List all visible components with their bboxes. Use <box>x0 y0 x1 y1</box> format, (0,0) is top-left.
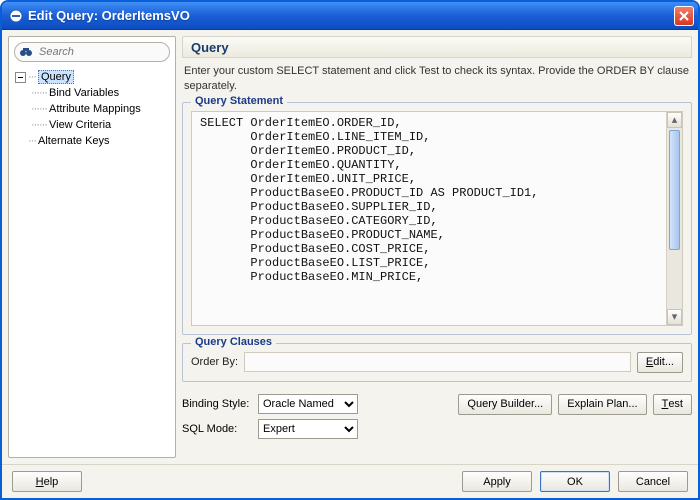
tree-label: View Criteria <box>49 119 111 131</box>
order-by-label: Order By: <box>191 356 238 368</box>
tree-node-view-criteria[interactable]: ······ View Criteria <box>31 117 175 133</box>
page-title: Query <box>182 36 692 58</box>
binding-style-row: Binding Style: Oracle Named Query Builde… <box>182 394 692 415</box>
scroll-down-icon[interactable]: ▾ <box>667 309 682 325</box>
sql-mode-select[interactable]: Expert <box>258 419 358 439</box>
ok-button[interactable]: OK <box>540 471 610 492</box>
sql-mode-label: SQL Mode: <box>182 423 252 435</box>
binding-style-label: Binding Style: <box>182 398 252 410</box>
binding-style-select[interactable]: Oracle Named <box>258 394 358 414</box>
scroll-thumb[interactable] <box>669 130 680 250</box>
sql-textarea[interactable]: SELECT OrderItemEO.ORDER_ID, OrderItemEO… <box>191 111 683 326</box>
query-statement-legend: Query Statement <box>191 95 287 107</box>
nav-tree: ··· Query ······ Bind Variables ······ A… <box>9 67 175 457</box>
dialog-body: ··· Query ······ Bind Variables ······ A… <box>2 30 698 464</box>
cancel-button[interactable]: Cancel <box>618 471 688 492</box>
tree-label: Query <box>38 70 74 84</box>
edit-order-by-button[interactable]: Edit... <box>637 352 683 373</box>
app-icon <box>8 8 24 24</box>
search-input[interactable] <box>37 45 176 59</box>
close-button[interactable] <box>674 6 694 26</box>
tree-node-alternate-keys[interactable]: ··· Alternate Keys <box>15 133 175 149</box>
tree-label: Attribute Mappings <box>49 103 141 115</box>
search-field-wrapper <box>14 42 170 62</box>
apply-button[interactable]: Apply <box>462 471 532 492</box>
sql-mode-row: SQL Mode: Expert <box>182 419 692 439</box>
scroll-up-icon[interactable]: ▴ <box>667 112 682 128</box>
collapse-icon[interactable] <box>15 72 26 83</box>
tree-label: Bind Variables <box>49 87 119 99</box>
window-title: Edit Query: OrderItemsVO <box>28 8 674 23</box>
sidebar: ··· Query ······ Bind Variables ······ A… <box>8 36 176 458</box>
explain-plan-button[interactable]: Explain Plan... <box>558 394 646 415</box>
titlebar: Edit Query: OrderItemsVO <box>2 2 698 30</box>
tree-node-attribute-mappings[interactable]: ······ Attribute Mappings <box>31 101 175 117</box>
query-clauses-fieldset: Query Clauses Order By: Edit... <box>182 343 692 382</box>
tree-label: Alternate Keys <box>38 135 110 147</box>
help-button[interactable]: Help <box>12 471 82 492</box>
tree-node-bind-variables[interactable]: ······ Bind Variables <box>31 85 175 101</box>
main-panel: Query Enter your custom SELECT statement… <box>182 36 692 458</box>
order-by-input[interactable] <box>244 352 631 372</box>
vertical-scrollbar[interactable]: ▴ ▾ <box>666 112 682 325</box>
test-button[interactable]: Test <box>653 394 692 415</box>
query-builder-button[interactable]: Query Builder... <box>458 394 552 415</box>
tree-node-query[interactable]: ··· Query <box>15 69 175 85</box>
query-statement-fieldset: Query Statement SELECT OrderItemEO.ORDER… <box>182 102 692 335</box>
query-clauses-legend: Query Clauses <box>191 336 276 348</box>
binoculars-icon <box>19 44 33 60</box>
dialog-footer: Help Apply OK Cancel <box>2 464 698 498</box>
dialog-window: Edit Query: OrderItemsVO ··· Query <box>0 0 700 500</box>
